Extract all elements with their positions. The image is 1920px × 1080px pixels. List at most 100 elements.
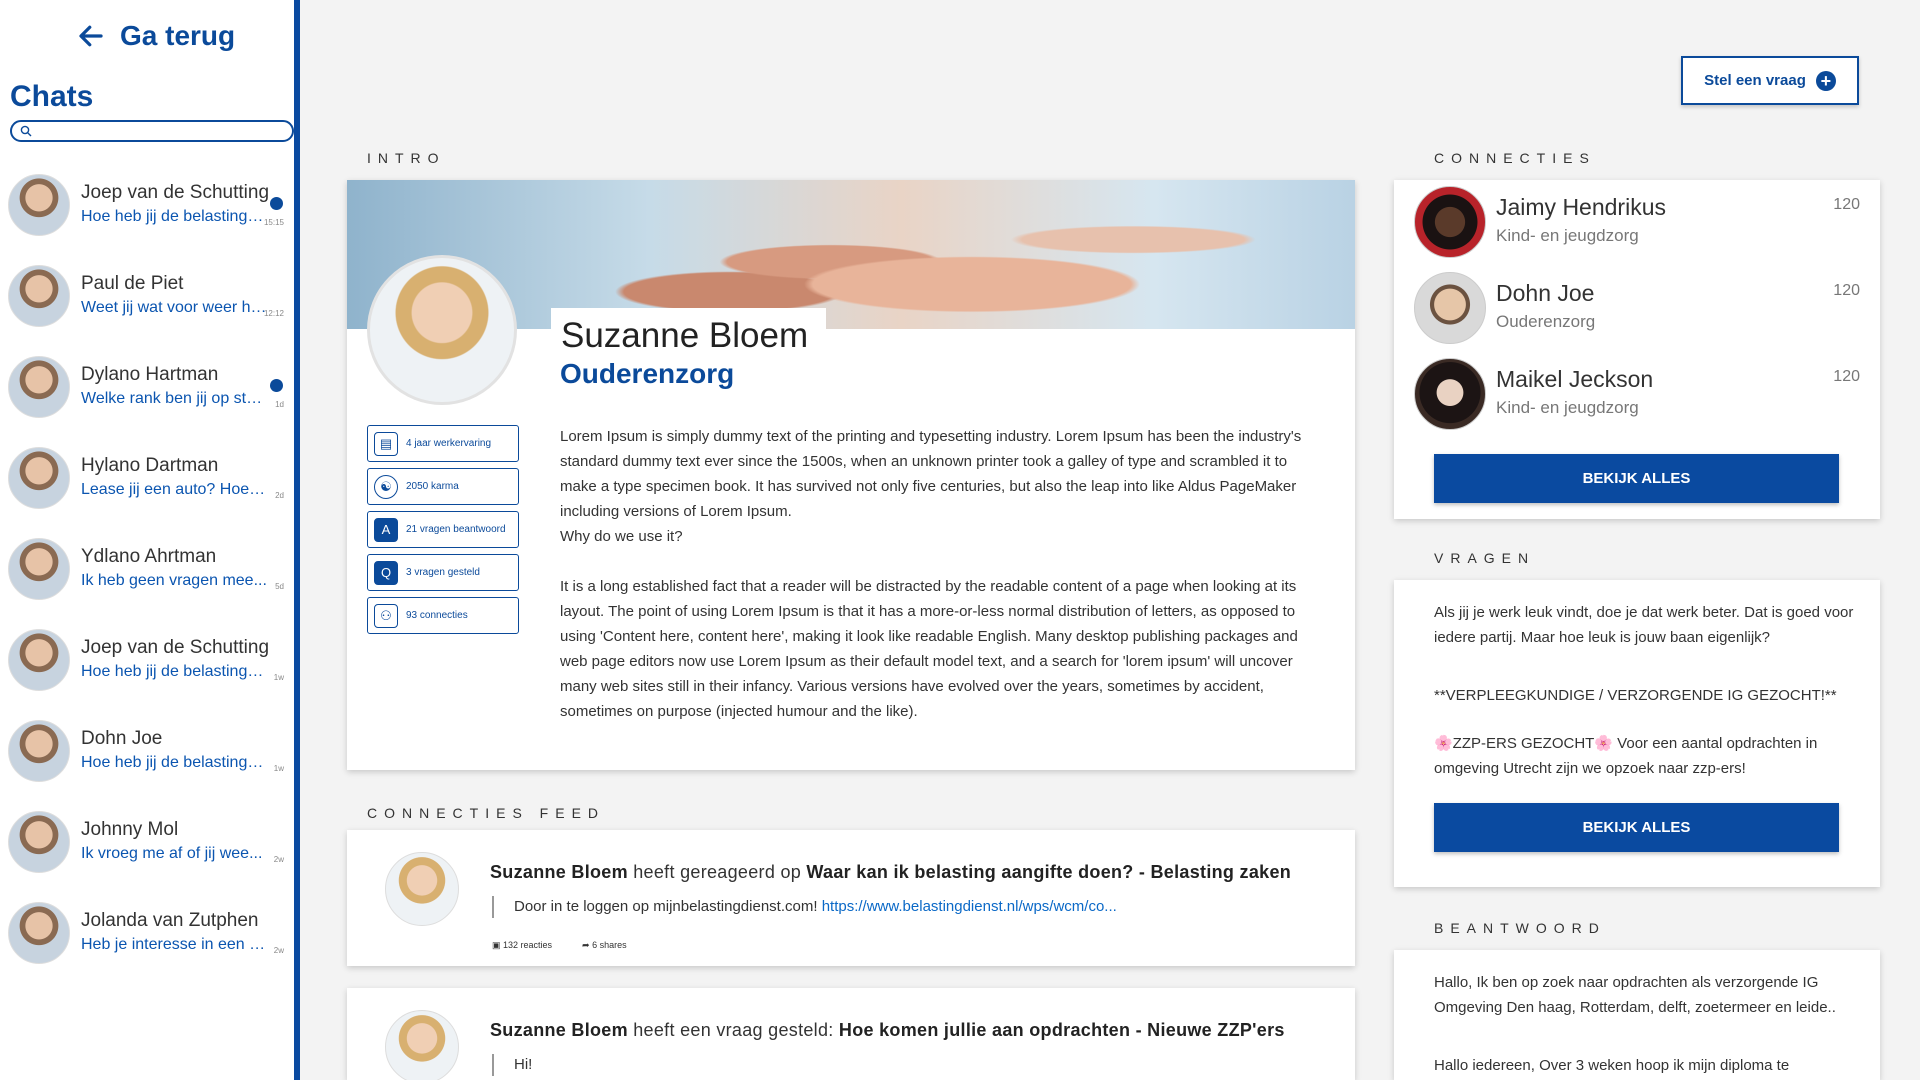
chat-item[interactable]: Hylano Dartman Lease jij een auto? Hoe v… [0, 441, 294, 532]
chat-preview: Heb je interesse in een si... [81, 936, 269, 953]
feed-headline: Suzanne Bloem heeft gereageerd op Waar k… [490, 862, 1291, 883]
connection-count: 120 [1833, 282, 1860, 299]
connection-sector: Kind- en jeugdzorg [1496, 398, 1639, 417]
search-icon [20, 125, 32, 137]
chat-time: 1w [273, 764, 284, 773]
feed-section-title: CONNECTIES FEED [367, 805, 606, 821]
chat-item[interactable]: Johnny Mol Ik vroeg me af of jij wee... … [0, 805, 294, 896]
feed-item[interactable]: Suzanne Bloem heeft gereageerd op Waar k… [347, 830, 1355, 966]
unread-dot [270, 379, 283, 392]
view-all-questions-button[interactable]: BEKIJK ALLES [1434, 803, 1839, 852]
stat-label: 21 vragen beantwoord [406, 524, 506, 535]
avatar [385, 1010, 459, 1080]
chat-name: Dylano Hartman [81, 364, 219, 385]
question-item[interactable]: **VERPLEEGKUNDIGE / VERZORGENDE IG GEZOC… [1434, 683, 1854, 708]
connection-sector: Kind- en jeugdzorg [1496, 226, 1639, 245]
feed-headline: Suzanne Bloem heeft een vraag gesteld: H… [490, 1020, 1285, 1041]
feed-author: Suzanne Bloem [490, 862, 628, 882]
answered-card: Hallo, Ik ben op zoek naar opdrachten al… [1394, 950, 1880, 1080]
feed-author: Suzanne Bloem [490, 1020, 628, 1040]
intro-text: Lorem Ipsum is simply dummy text of the … [560, 424, 1315, 749]
avatar [1414, 186, 1486, 258]
feed-subject[interactable]: Hoe komen jullie aan opdrachten - Nieuwe… [839, 1020, 1285, 1040]
avatar [8, 447, 70, 509]
chat-item[interactable]: Joep van de Schutting Hoe heb jij de bel… [0, 623, 294, 714]
question-item[interactable]: 🌸ZZP-ERS GEZOCHT🌸 Voor een aantal opdrac… [1434, 731, 1854, 781]
profile-stats: ▤ 4 jaar werkervaring ☯ 2050 karma A 21 … [367, 425, 519, 640]
stat-experience[interactable]: ▤ 4 jaar werkervaring [367, 425, 519, 462]
chat-sidebar: Ga terug Chats Joep van de Schutting Hoe… [0, 0, 300, 1080]
intro-paragraph-2: It is a long established fact that a rea… [560, 578, 1298, 720]
ask-question-button[interactable]: Stel een vraag + [1681, 56, 1859, 105]
feed-action: heeft een vraag gesteld: [633, 1020, 834, 1040]
chat-name: Dohn Joe [81, 728, 163, 749]
avatar [8, 265, 70, 327]
avatar [8, 174, 70, 236]
feed-quote-text: Hi! [514, 1056, 533, 1073]
profile-name: Suzanne Bloem [551, 308, 827, 356]
chat-name: Joep van de Schutting [81, 182, 270, 203]
questions-card: Als jij je werk leuk vindt, doe je dat w… [1394, 580, 1880, 887]
chat-item[interactable]: Joep van de Schutting Hoe heb jij de bel… [0, 168, 294, 259]
feed-subject[interactable]: Waar kan ik belasting aangifte doen? - B… [806, 862, 1291, 882]
avatar [385, 852, 459, 926]
shares-count[interactable]: ➦ 6 shares [582, 940, 627, 951]
stat-asked[interactable]: Q 3 vragen gesteld [367, 554, 519, 591]
feed-link[interactable]: https://www.belastingdienst.nl/wps/wcm/c… [822, 898, 1117, 915]
stat-label: 2050 karma [406, 481, 459, 492]
feed-quote: Hi! [492, 1054, 532, 1076]
stat-karma[interactable]: ☯ 2050 karma [367, 468, 519, 505]
chat-name: Johnny Mol [81, 819, 179, 840]
feed-meta: ▣ 132 reacties ➦ 6 shares [492, 940, 627, 951]
feed-item[interactable]: Suzanne Bloem heeft een vraag gesteld: H… [347, 988, 1355, 1080]
chat-name: Jolanda van Zutphen [81, 910, 259, 931]
chat-item[interactable]: Paul de Piet Weet jij wat voor weer he..… [0, 259, 294, 350]
chat-preview: Ik vroeg me af of jij wee... [81, 845, 263, 862]
answered-item[interactable]: Hallo, Ik ben op zoek naar opdrachten al… [1434, 970, 1864, 1020]
view-all-connections-button[interactable]: BEKIJK ALLES [1434, 454, 1839, 503]
question-item[interactable]: Als jij je werk leuk vindt, doe je dat w… [1434, 600, 1854, 650]
search-input[interactable] [38, 124, 278, 138]
connections-section-title: CONNECTIES [1434, 150, 1596, 166]
connection-item[interactable]: Maikel Jeckson Kind- en jeugdzorg 120 [1414, 358, 1860, 434]
chat-time: 12:12 [263, 309, 284, 318]
answer-icon: A [374, 517, 398, 542]
network-icon: ⚇ [374, 603, 398, 628]
stat-answered[interactable]: A 21 vragen beantwoord [367, 511, 519, 548]
chat-time: 1w [273, 673, 284, 682]
avatar [1414, 272, 1486, 344]
connection-name: Jaimy Hendrikus [1496, 194, 1666, 220]
avatar [8, 811, 70, 873]
stat-connections[interactable]: ⚇ 93 connecties [367, 597, 519, 634]
connection-count: 120 [1833, 368, 1860, 385]
reactions-count[interactable]: ▣ 132 reacties [492, 940, 552, 951]
chat-preview: Lease jij een auto? Hoe v... [81, 481, 269, 498]
intro-section-title: INTRO [367, 150, 446, 166]
chat-time: 2d [275, 491, 284, 500]
ask-question-label: Stel een vraag [1704, 72, 1806, 89]
plus-circle-icon: + [1815, 70, 1836, 91]
feed-action: heeft gereageerd op [633, 862, 802, 882]
chat-item[interactable]: Dylano Hartman Welke rank ben jij op sta… [0, 350, 294, 441]
avatar [8, 720, 70, 782]
chat-preview: Hoe heb jij de belastinga... [81, 663, 269, 680]
chat-time: 15:15 [263, 218, 284, 227]
answered-item[interactable]: Hallo iedereen, Over 3 weken hoop ik mij… [1434, 1053, 1854, 1078]
profile-photo [367, 255, 517, 405]
intro-card: Suzanne Bloem Ouderenzorg ▤ 4 jaar werke… [347, 180, 1355, 770]
reactions-label: 132 reacties [503, 940, 553, 950]
connections-card: Jaimy Hendrikus Kind- en jeugdzorg 120 D… [1394, 180, 1880, 519]
chat-item[interactable]: Ydlano Ahrtman Ik heb geen vragen mee...… [0, 532, 294, 623]
back-button[interactable]: Ga terug [76, 20, 235, 52]
chat-item[interactable]: Dohn Joe Hoe heb jij de belastinga... 1w [0, 714, 294, 805]
chat-search[interactable] [10, 120, 294, 142]
avatar [1414, 358, 1486, 430]
chat-preview: Hoe heb jij de belastinga... [81, 754, 269, 771]
chat-item[interactable]: Jolanda van Zutphen Heb je interesse in … [0, 896, 294, 987]
chat-time: 2w [273, 946, 284, 955]
connection-sector: Ouderenzorg [1496, 312, 1596, 331]
chat-time: 2w [273, 855, 284, 864]
briefcase-icon: ▤ [374, 431, 398, 456]
connection-item[interactable]: Dohn Joe Ouderenzorg 120 [1414, 272, 1860, 348]
connection-item[interactable]: Jaimy Hendrikus Kind- en jeugdzorg 120 [1414, 186, 1860, 262]
